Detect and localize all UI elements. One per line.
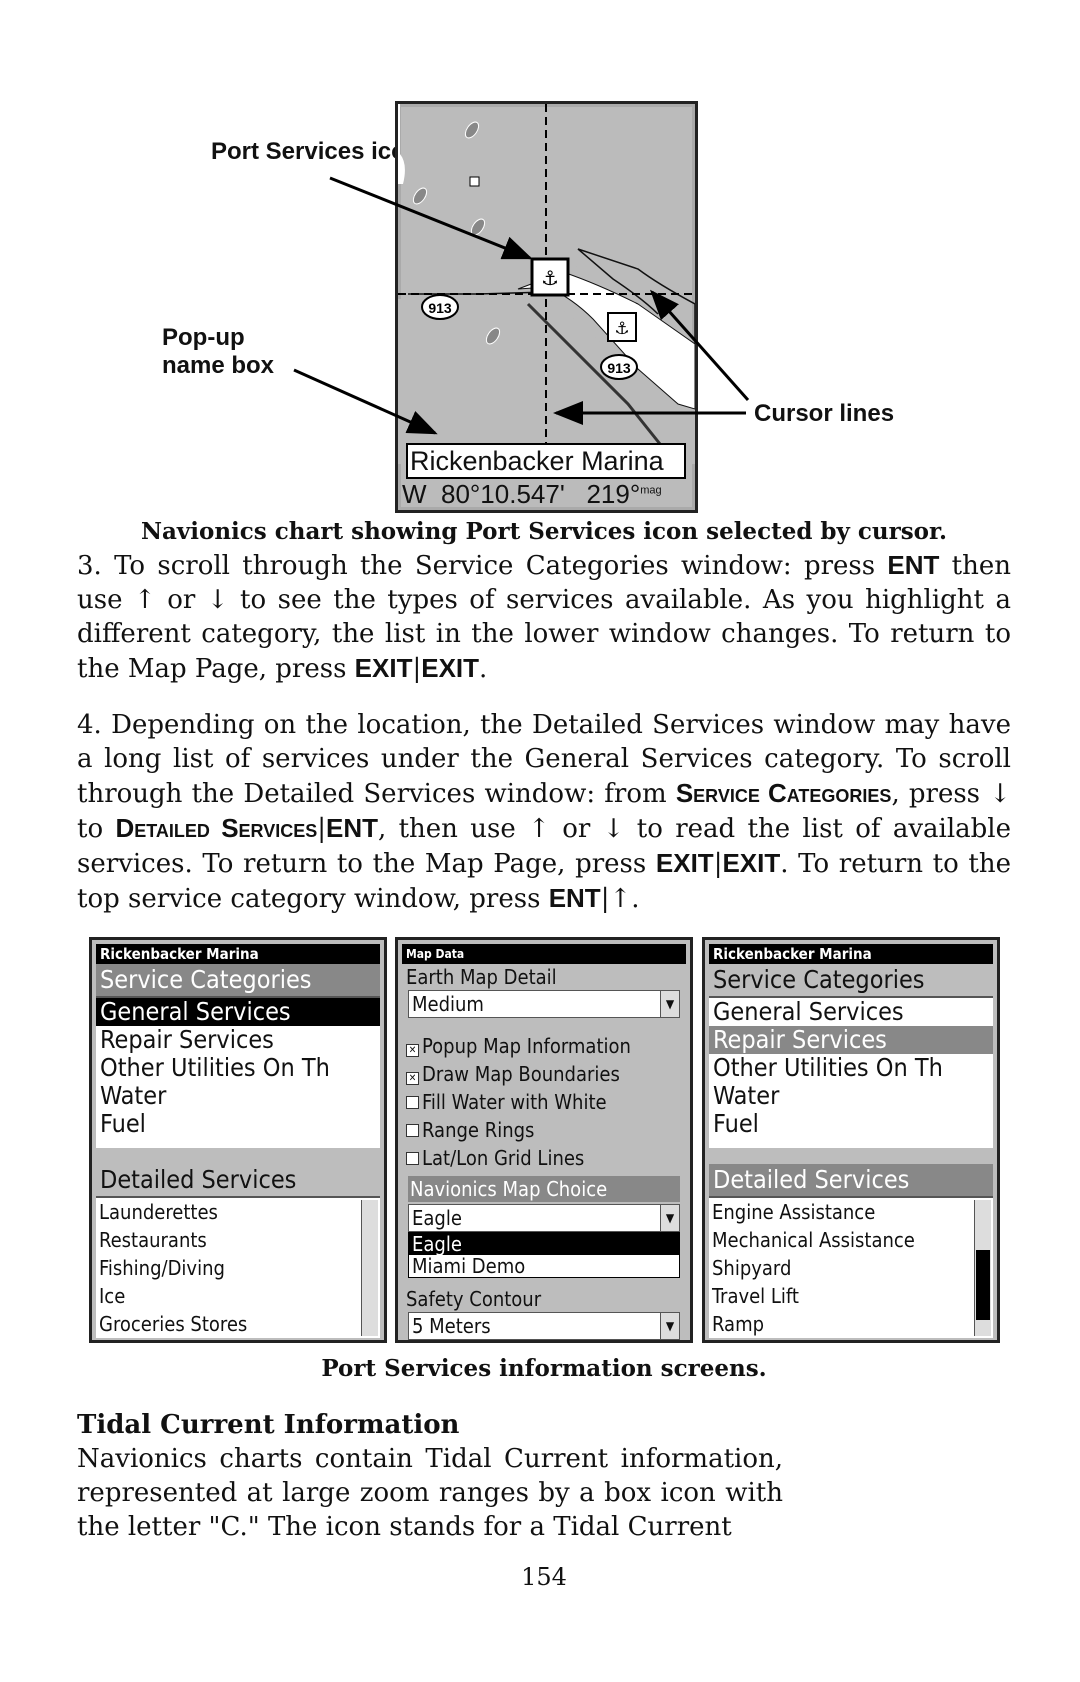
checkbox-lat-lon-grid[interactable]: Lat/Lon Grid Lines <box>398 1144 690 1172</box>
list-item[interactable]: Fuel <box>709 1110 993 1138</box>
categories-list[interactable]: General Services Repair Services Other U… <box>96 996 380 1148</box>
callout-arrows <box>293 176 750 435</box>
checkbox-draw-map-boundaries[interactable]: ✕ Draw Map Boundaries <box>398 1060 690 1088</box>
section-heading: Tidal Current Information <box>77 1410 460 1440</box>
list-item[interactable]: Shipyard <box>709 1254 993 1282</box>
list-item[interactable]: Water <box>709 1082 993 1110</box>
section-body: Navionics charts contain Tidal Current i… <box>77 1444 783 1542</box>
list-item[interactable]: Fishing/Diving <box>96 1254 380 1282</box>
manual-page: Port Services icons Pop-up name box Curs… <box>0 0 1080 1682</box>
scrollbar[interactable] <box>361 1200 378 1336</box>
list-item[interactable]: Other Utilities On Th <box>96 1054 380 1082</box>
scrollbar[interactable] <box>974 1200 991 1336</box>
details-list[interactable]: Launderettes Restaurants Fishing/Diving … <box>96 1196 380 1338</box>
figure-caption: Navionics chart showing Port Services ic… <box>140 518 948 545</box>
screen-title: Map Data <box>402 944 686 964</box>
list-item[interactable]: General Services <box>709 998 993 1026</box>
list-item[interactable]: Groceries Stores <box>96 1310 380 1338</box>
list-item[interactable]: Travel Lift <box>709 1282 993 1310</box>
list-item[interactable]: Other Utilities On Th <box>709 1054 993 1082</box>
categories-list[interactable]: General Services Repair Services Other U… <box>709 996 993 1148</box>
list-item[interactable]: Engine Assistance <box>709 1198 993 1226</box>
arrow-port-services <box>329 176 533 260</box>
safety-contour-label: Safety Contour <box>406 1287 542 1311</box>
paragraph-step-4: 4. Depending on the location, the Detail… <box>77 710 1011 914</box>
navionics-map-choice-select[interactable]: Eagle ▼ <box>408 1204 680 1232</box>
list-item[interactable]: Ice <box>96 1282 380 1310</box>
paragraph-step-3: 3. To scroll through the Service Categor… <box>77 550 1012 684</box>
list-item[interactable]: Repair Services <box>709 1026 993 1054</box>
page-number: 154 <box>521 1563 567 1591</box>
option-eagle[interactable]: Eagle <box>409 1233 679 1255</box>
screen-map-data: Map Data Earth Map Detail Medium ▼ ✕ Popup… <box>395 937 693 1343</box>
figure-caption: Port Services information screens. <box>321 1355 767 1382</box>
list-item[interactable]: Repair Services <box>96 1026 380 1054</box>
option-miami-demo[interactable]: Miami Demo <box>409 1255 679 1277</box>
earth-map-detail-select[interactable]: Medium ▼ <box>408 990 680 1018</box>
list-item[interactable]: Fuel <box>96 1110 380 1138</box>
checkbox-fill-water-white[interactable]: Fill Water with White <box>398 1088 690 1116</box>
list-item[interactable]: Launderettes <box>96 1198 380 1226</box>
navionics-map-choice-header: Navionics Map Choice <box>408 1176 680 1202</box>
checkbox-range-rings[interactable]: Range Rings <box>398 1116 690 1144</box>
screen-title: Rickenbacker Marina <box>709 944 993 964</box>
screen-title: Rickenbacker Marina <box>96 944 380 964</box>
list-item[interactable]: Ramp <box>709 1310 993 1338</box>
list-item[interactable]: Mechanical Assistance <box>709 1226 993 1254</box>
dropdown-arrow-icon: ▼ <box>660 1313 679 1339</box>
list-item[interactable]: Restaurants <box>96 1226 380 1254</box>
screen-service-categories-repair: Rickenbacker Marina Service Categories G… <box>702 937 1000 1343</box>
arrow-popup <box>293 368 438 435</box>
details-header[interactable]: Detailed Services <box>709 1164 993 1196</box>
list-item[interactable]: General Services <box>96 998 380 1026</box>
earth-map-detail-label: Earth Map Detail <box>406 965 557 989</box>
categories-header[interactable]: Service Categories <box>709 964 993 996</box>
checkbox-popup-map-information[interactable]: ✕ Popup Map Information <box>398 1032 690 1060</box>
arrow-cursor-h <box>650 289 750 401</box>
safety-contour-select[interactable]: 5 Meters ▼ <box>408 1312 680 1340</box>
dropdown-arrow-icon: ▼ <box>660 1205 679 1231</box>
details-header[interactable]: Detailed Services <box>96 1164 380 1196</box>
scrollbar-thumb[interactable] <box>976 1250 990 1320</box>
screen-service-categories-general: Rickenbacker Marina Service Categories G… <box>89 937 387 1343</box>
categories-header[interactable]: Service Categories <box>96 964 380 996</box>
map-choice-options[interactable]: Eagle Miami Demo <box>408 1232 680 1278</box>
dropdown-arrow-icon: ▼ <box>660 991 679 1017</box>
list-item[interactable]: Water <box>96 1082 380 1110</box>
details-list[interactable]: Engine Assistance Mechanical Assistance … <box>709 1196 993 1338</box>
